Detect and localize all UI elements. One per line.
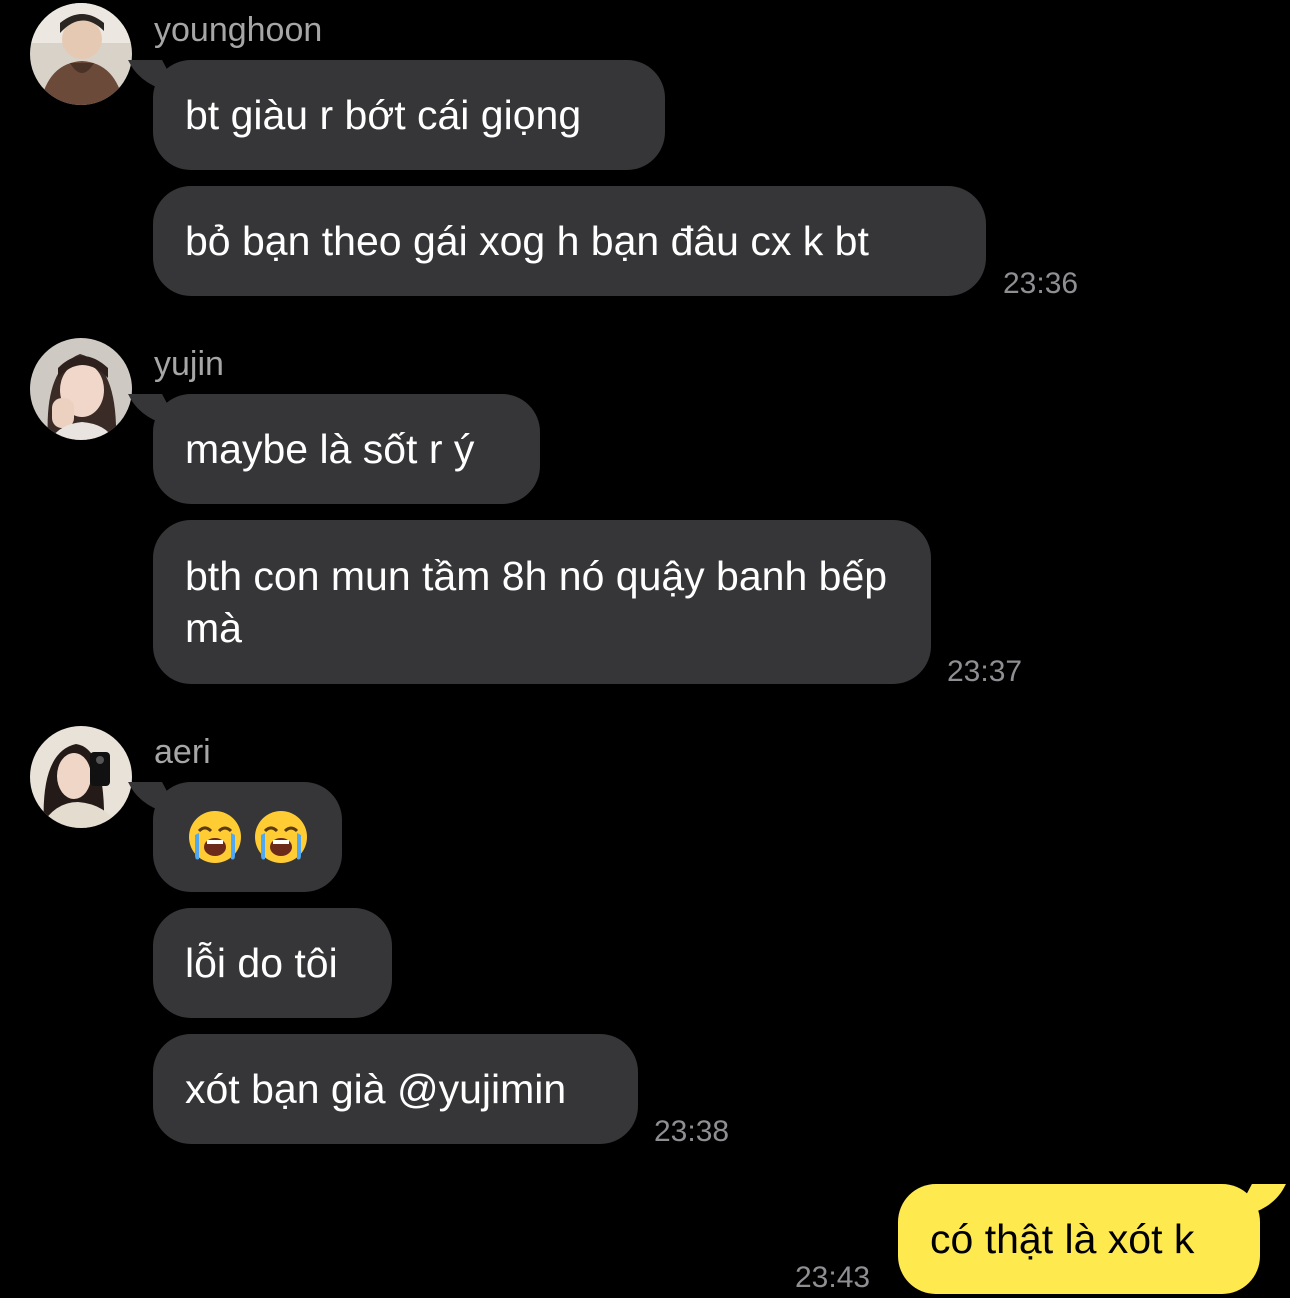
message-timestamp: 23:36 [1003,267,1079,300]
message-bubble[interactable]: bth con mun tầm 8h nó quậy banh bếp mà [153,520,931,684]
message-text: lỗi do tôi [185,940,338,986]
avatar-yujin[interactable] [30,338,132,440]
message-text: xót bạn già @yujimin [185,1066,567,1112]
message-timestamp: 23:38 [654,1115,730,1148]
message-timestamp: 23:37 [947,655,1023,688]
sender-name-yujin: yujin [154,345,224,383]
avatar-photo-younghoon-icon [30,3,132,105]
loudly-crying-face-icon [189,811,241,863]
message-text: maybe là sốt r ý [185,426,475,472]
sender-name-aeri: aeri [154,733,211,771]
message-bubble[interactable]: bỏ bạn theo gái xog h bạn đâu cx k bt [153,186,986,296]
avatar-photo-yujin-icon [30,338,132,440]
avatar-photo-aeri-icon [30,726,132,828]
message-bubble[interactable] [153,782,342,892]
avatar-aeri[interactable] [30,726,132,828]
message-timestamp: 23:43 [795,1261,871,1294]
message-text: bth con mun tầm 8h nó quậy banh bếp mà [185,553,888,651]
message-bubble[interactable]: lỗi do tôi [153,908,392,1018]
message-bubble[interactable]: bt giàu r bớt cái giọng [153,60,665,170]
avatar-younghoon[interactable] [30,3,132,105]
message-bubble[interactable]: xót bạn già @yujimin [153,1034,638,1144]
message-text: có thật là xót k [930,1216,1195,1262]
emoji-row [187,809,309,865]
message-text: bt giàu r bớt cái giọng [185,92,582,138]
message-bubble[interactable]: maybe là sốt r ý [153,394,540,504]
message-text: bỏ bạn theo gái xog h bạn đâu cx k bt [185,218,869,264]
outgoing-message-bubble[interactable]: có thật là xót k [898,1184,1260,1294]
loudly-crying-face-icon [255,811,307,863]
sender-name-younghoon: younghoon [154,11,323,49]
